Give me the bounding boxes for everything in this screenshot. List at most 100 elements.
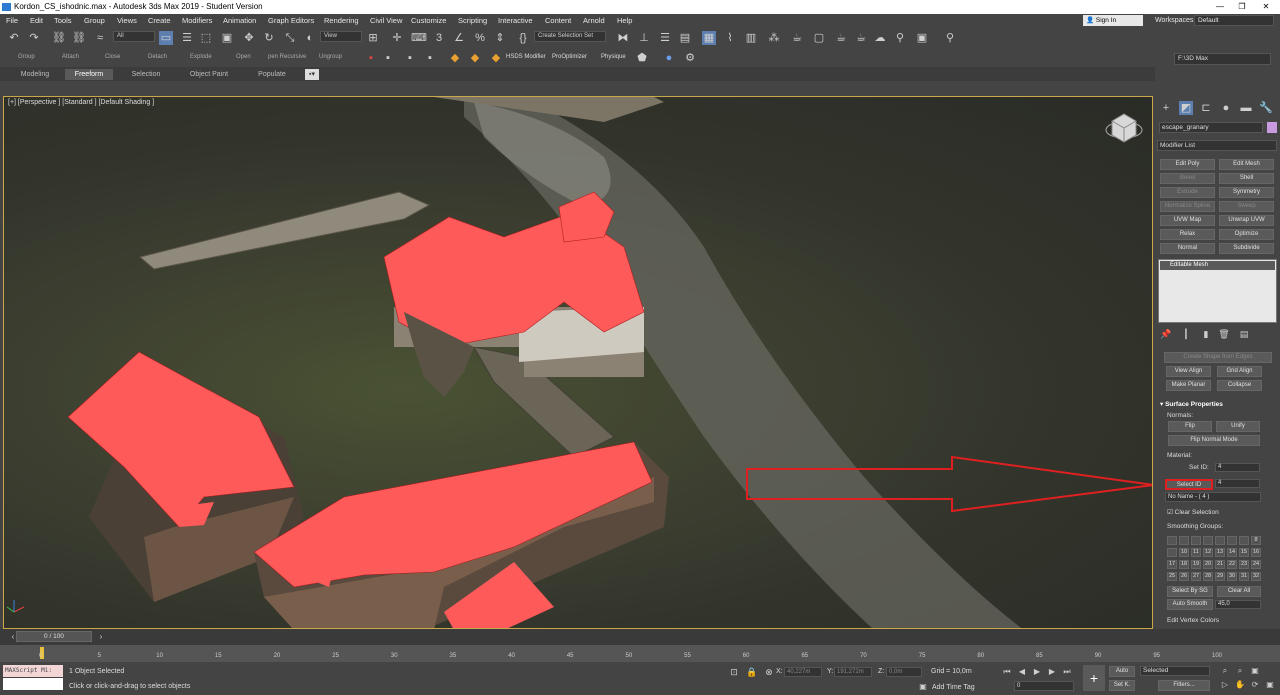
time-slider[interactable]: ‹ 0 / 100 › [0, 629, 1280, 645]
key-filters-button[interactable]: Filters... [1158, 680, 1210, 691]
link-icon[interactable]: ⛓ [52, 31, 66, 45]
pin-icon[interactable]: ⚲ [893, 31, 907, 45]
smoothing-group-button[interactable]: 12 [1203, 548, 1213, 557]
smoothing-group-button[interactable]: 21 [1215, 560, 1225, 569]
shape-icon[interactable]: ⬟ [635, 51, 649, 65]
smoothing-group-button[interactable]: 24 [1251, 560, 1261, 569]
frame-slider[interactable]: 0 / 100 [16, 631, 92, 642]
menu-civil-view[interactable]: Civil View [370, 14, 402, 28]
time-tag-icon[interactable]: ▣ [916, 680, 930, 694]
project-path-dropdown[interactable]: F:\3D Max [1174, 53, 1271, 65]
schematic-view-icon[interactable]: ▥ [744, 31, 758, 45]
create-shape-button[interactable]: Create Shape from Edges [1164, 352, 1272, 363]
maximize-button[interactable]: ❐ [1230, 0, 1254, 14]
toggle-icon[interactable]: ▪ [403, 51, 417, 65]
redo-icon[interactable]: ↷ [27, 31, 41, 45]
zoom-icon[interactable]: ⌕ [1218, 664, 1232, 678]
smoothing-group-button[interactable]: 15 [1239, 548, 1249, 557]
render-icon[interactable]: ☕ [834, 31, 848, 45]
smoothing-group-button[interactable]: 19 [1191, 560, 1201, 569]
modifier-icon-2[interactable]: ◆ [468, 51, 482, 65]
orbit-icon[interactable]: ⟳ [1248, 678, 1262, 692]
subdivide-button[interactable]: Subdivide [1219, 243, 1274, 254]
grid-align-button[interactable]: Grid Align [1217, 366, 1262, 377]
physique-label[interactable]: Physique [601, 54, 626, 60]
surface-properties-rollout[interactable]: ▾ Surface Properties [1160, 400, 1223, 408]
track-bar[interactable]: 0 5 10 15 20 25 30 35 40 45 50 55 60 65 70 75 80 85 90 95 10… [0, 645, 1280, 662]
optimize-button[interactable]: Optimize [1219, 229, 1274, 240]
flip-button[interactable]: Flip [1168, 421, 1212, 432]
edit-named-sets-icon[interactable]: {} [516, 31, 530, 45]
render-cloud-icon[interactable]: ☁ [873, 31, 887, 45]
smoothing-group-button[interactable]: 13 [1215, 548, 1225, 557]
percent-snap-icon[interactable]: % [473, 31, 487, 45]
relax-button[interactable]: Relax [1160, 229, 1215, 240]
play-icon[interactable]: ▶ [1030, 665, 1044, 679]
normalize-spline-button[interactable]: Normalize Spline [1160, 201, 1215, 212]
select-by-name-icon[interactable]: ☰ [180, 31, 194, 45]
viewcube[interactable] [1105, 113, 1143, 143]
unify-button[interactable]: Unify [1216, 421, 1260, 432]
collapse-button[interactable]: Collapse [1217, 380, 1262, 391]
sign-in-dropdown[interactable]: 👤 Sign In [1083, 15, 1143, 26]
absolute-mode-icon[interactable]: ⊗ [762, 665, 776, 679]
attach-label[interactable]: Attach [62, 54, 79, 60]
zoom-extents-icon[interactable]: ▣ [1248, 664, 1262, 678]
select-by-sg-button[interactable]: Select By SG [1167, 586, 1213, 597]
make-planar-button[interactable]: Make Planar [1166, 380, 1211, 391]
tab-freeform[interactable]: Freeform [65, 69, 113, 80]
show-end-result-icon[interactable]: ┃ [1179, 327, 1193, 341]
menu-rendering[interactable]: Rendering [324, 14, 359, 28]
menu-tools[interactable]: Tools [54, 14, 72, 28]
menu-help[interactable]: Help [617, 14, 632, 28]
undo-icon[interactable]: ↶ [7, 31, 21, 45]
object-name-field[interactable]: escape_granary [1159, 122, 1263, 133]
smoothing-group-button[interactable]: 11 [1191, 548, 1201, 557]
lock-icon[interactable]: 🔒 [745, 665, 759, 679]
make-unique-icon[interactable]: ▮ [1199, 327, 1213, 341]
smoothing-group-button[interactable]: 16 [1251, 548, 1261, 557]
maximize-viewport-icon[interactable]: ▣ [1263, 678, 1277, 692]
tab-populate[interactable]: Populate [246, 69, 298, 80]
hierarchy-tab-icon[interactable]: ⊏ [1199, 101, 1213, 115]
close-label[interactable]: Close [105, 54, 120, 60]
detach-label[interactable]: Detach [148, 54, 167, 60]
object-color-swatch[interactable] [1267, 122, 1277, 133]
smoothing-group-button[interactable] [1203, 536, 1213, 545]
material-editor-icon[interactable]: ⁂ [767, 31, 781, 45]
smoothing-group-button[interactable]: 28 [1203, 572, 1213, 581]
symmetry-button[interactable]: Symmetry [1219, 187, 1274, 198]
current-frame-field[interactable]: 0 [1014, 681, 1074, 691]
flip-normal-mode-button[interactable]: Flip Normal Mode [1168, 435, 1260, 446]
display-tab-icon[interactable]: ▬ [1239, 101, 1253, 115]
placement-icon[interactable]: ◐ [303, 31, 317, 45]
key-filter-dropdown[interactable]: Selected [1140, 666, 1210, 676]
smoothing-group-button[interactable] [1215, 536, 1225, 545]
fov-icon[interactable]: ▷ [1218, 678, 1232, 692]
rect-selection-icon[interactable]: ⬚ [199, 31, 213, 45]
window-crossing-icon[interactable]: ▣ [220, 31, 234, 45]
y-coordinate-field[interactable]: 191,272m [834, 667, 872, 677]
select-id-button[interactable]: Select ID [1165, 479, 1213, 490]
tab-modeling[interactable]: Modeling [5, 69, 65, 80]
smoothing-group-button[interactable] [1167, 548, 1177, 557]
render-setup-icon[interactable]: ☕ [790, 31, 804, 45]
utilities-tab-icon[interactable]: 🔧 [1259, 101, 1273, 115]
smoothing-group-button[interactable]: 22 [1227, 560, 1237, 569]
rendered-frame-icon[interactable]: ▢ [812, 31, 826, 45]
bevel-button[interactable]: Bevel [1160, 173, 1215, 184]
move-icon[interactable]: ✥ [242, 31, 256, 45]
group-label[interactable]: Group [18, 54, 35, 60]
scene-explorer-icon[interactable]: ▦ [702, 31, 716, 45]
ribbon-options-icon[interactable]: ▪▾ [305, 69, 319, 80]
smoothing-group-button[interactable]: 27 [1191, 572, 1201, 581]
pan-icon[interactable]: ✋ [1233, 678, 1247, 692]
menu-arnold[interactable]: Arnold [583, 14, 605, 28]
menu-views[interactable]: Views [117, 14, 137, 28]
auto-smooth-button[interactable]: Auto Smooth [1167, 599, 1213, 610]
edit-vertex-colors-rollout[interactable]: Edit Vertex Colors [1167, 617, 1219, 624]
spinner-snap-icon[interactable]: ⇕ [493, 31, 507, 45]
smoothing-group-button[interactable] [1167, 536, 1177, 545]
smoothing-group-button[interactable]: 18 [1179, 560, 1189, 569]
material-name-dropdown[interactable]: No Name - ( 4 ) [1165, 492, 1261, 502]
